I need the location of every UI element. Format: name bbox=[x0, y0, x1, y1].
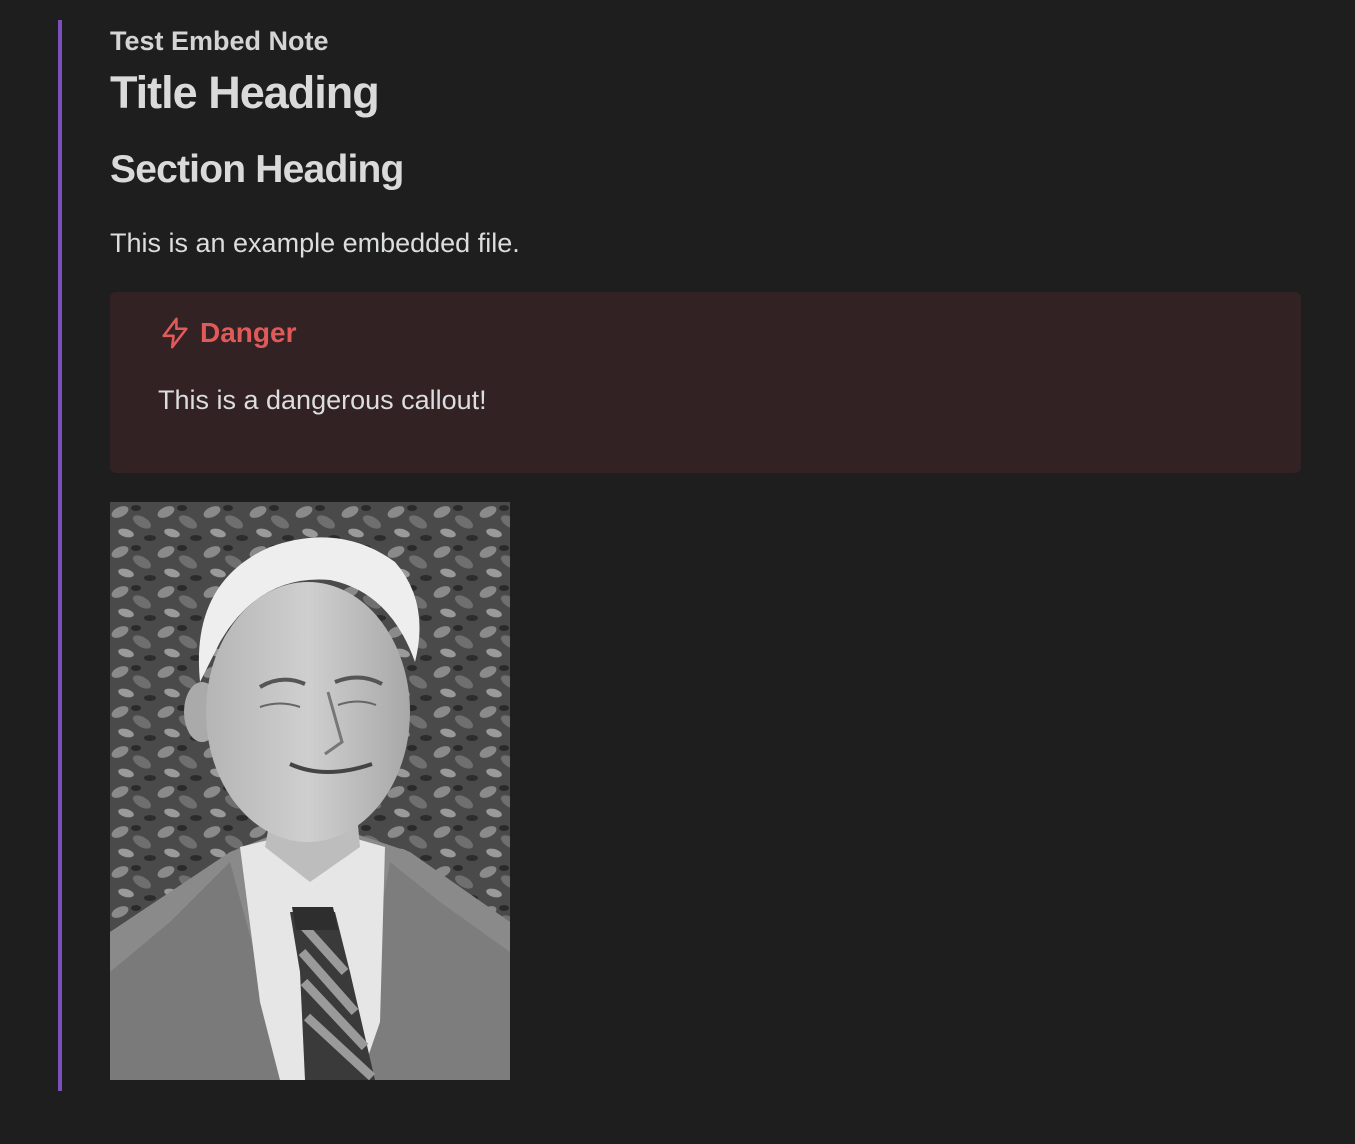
lightning-bolt-icon bbox=[158, 316, 192, 350]
title-heading: Title Heading bbox=[110, 67, 380, 118]
embed-title[interactable]: Test Embed Note bbox=[110, 26, 329, 56]
body-paragraph: This is an example embedded file. bbox=[110, 228, 520, 258]
callout-title-label: Danger bbox=[200, 317, 297, 348]
portrait-image bbox=[110, 502, 510, 1080]
embedded-note: Test Embed Note Title Heading Section He… bbox=[58, 20, 1301, 1091]
danger-callout: Danger This is a dangerous callout! bbox=[110, 292, 1301, 473]
callout-title[interactable]: Danger bbox=[158, 316, 296, 350]
callout-body: This is a dangerous callout! bbox=[158, 385, 487, 415]
section-heading: Section Heading bbox=[110, 148, 404, 191]
